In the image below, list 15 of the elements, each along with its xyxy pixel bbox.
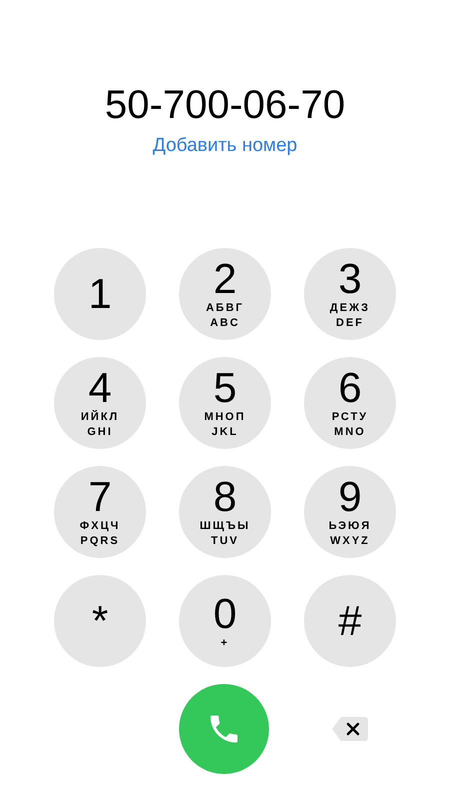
dial-key[interactable]: 4 ИЙКЛ GHI xyxy=(54,357,146,449)
dial-key[interactable]: 1 xyxy=(54,248,146,340)
dial-key[interactable]: 5 МНОП JKL xyxy=(179,357,271,449)
dial-key[interactable]: * xyxy=(54,575,146,667)
dial-key[interactable]: 0 + xyxy=(179,575,271,667)
add-number-link[interactable]: Добавить номер xyxy=(152,134,298,158)
dial-key[interactable]: 3 ДЕЖЗ DEF xyxy=(304,248,396,340)
dial-key[interactable]: 7 ФХЦЧ PQRS xyxy=(54,466,146,558)
dial-key[interactable]: 2 АБВГ ABC xyxy=(179,248,271,340)
dial-key[interactable]: 6 РСТУ MNO xyxy=(304,357,396,449)
dial-key[interactable]: 8 ШЩЪЫ TUV xyxy=(179,466,271,558)
backspace-icon[interactable] xyxy=(331,716,369,742)
dial-key[interactable]: 9 ЬЭЮЯ WXYZ xyxy=(304,466,396,558)
dial-key[interactable]: # xyxy=(304,575,396,667)
dialed-number: 50-700-06-70 xyxy=(104,82,346,128)
